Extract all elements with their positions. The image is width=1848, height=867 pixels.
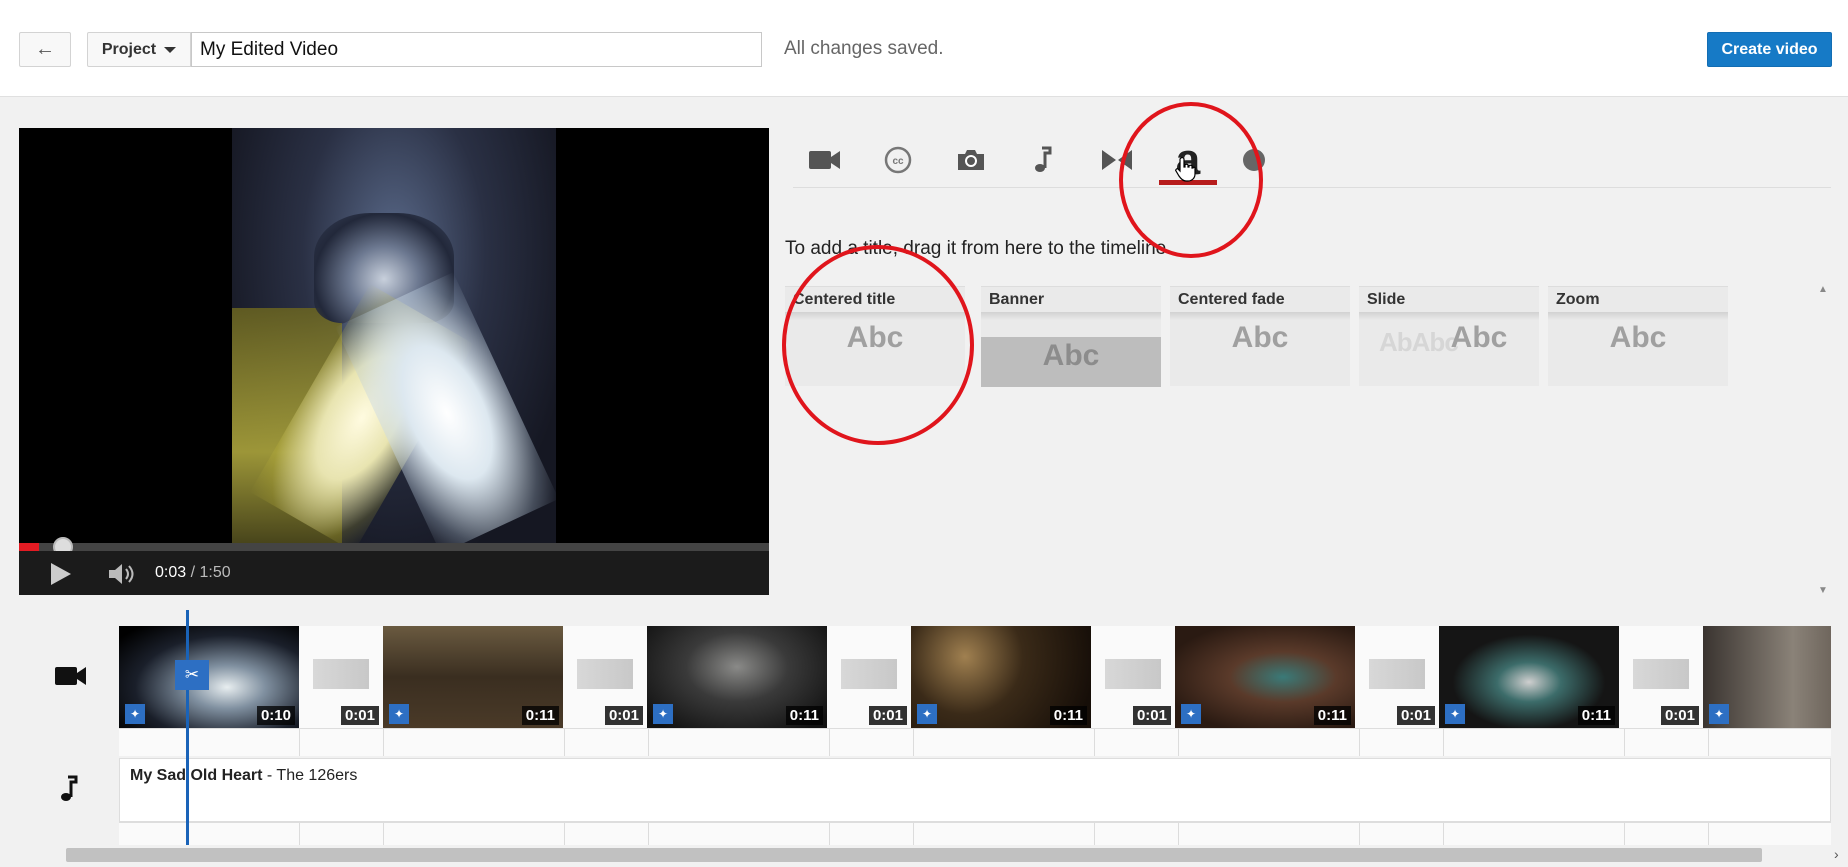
- video-clip[interactable]: ✦ 0:11: [1175, 626, 1355, 728]
- scrollbar-thumb[interactable]: [66, 848, 1762, 862]
- clip-duration: 0:11: [785, 706, 823, 725]
- card-band: [1170, 312, 1350, 320]
- transition-placeholder: [841, 659, 897, 689]
- enhance-icon[interactable]: ✦: [1445, 704, 1465, 724]
- split-scissors-icon[interactable]: ✂: [175, 660, 209, 690]
- video-frame: [232, 128, 556, 543]
- transition-duration: 0:01: [604, 706, 643, 725]
- clip-duration: 0:11: [521, 706, 559, 725]
- transition-slot[interactable]: 0:01: [1619, 626, 1703, 728]
- card-sample: Abc: [1231, 321, 1289, 354]
- enhance-icon[interactable]: ✦: [653, 704, 673, 724]
- video-track-icon: [55, 665, 87, 692]
- clip-duration: 0:10: [256, 706, 295, 725]
- scroll-up-icon[interactable]: ▲: [1818, 284, 1828, 295]
- player-controls: 0:03 / 1:50: [19, 551, 769, 595]
- video-clip[interactable]: ✦ 0:11: [911, 626, 1091, 728]
- transition-duration: 0:01: [1132, 706, 1171, 725]
- scroll-right-icon[interactable]: ›: [1834, 846, 1839, 862]
- transition-slot[interactable]: 0:01: [1091, 626, 1175, 728]
- title-card-banner[interactable]: Banner Abc: [981, 286, 1161, 387]
- current-time: 0:03: [155, 564, 187, 581]
- transition-slot[interactable]: 0:01: [563, 626, 647, 728]
- seek-bar[interactable]: [19, 543, 769, 551]
- video-clip[interactable]: ✦ 0:10: [119, 626, 299, 728]
- audio-track-icon: [59, 775, 81, 808]
- transition-placeholder: [313, 659, 369, 689]
- enhance-icon[interactable]: ✦: [1181, 704, 1201, 724]
- save-status: All changes saved.: [784, 38, 944, 59]
- clip-duration: 0:11: [1313, 706, 1351, 725]
- seek-progress: [19, 543, 40, 551]
- back-arrow-icon: ←: [35, 38, 55, 60]
- transition-slot[interactable]: 0:01: [1355, 626, 1439, 728]
- enhance-icon[interactable]: ✦: [1709, 704, 1729, 724]
- transition-duration: 0:01: [1396, 706, 1435, 725]
- title-card-centered-fade[interactable]: Centered fade Abc: [1170, 286, 1350, 386]
- video-clip[interactable]: ✦ 0:11: [647, 626, 827, 728]
- svg-text:cc: cc: [892, 156, 904, 167]
- card-label: Slide: [1367, 291, 1406, 308]
- clip-duration: 0:11: [1049, 706, 1087, 725]
- video-title-input[interactable]: [191, 32, 762, 67]
- card-label: Centered fade: [1178, 291, 1285, 308]
- total-duration: / 1:50: [190, 564, 231, 581]
- transition-placeholder: [1633, 659, 1689, 689]
- video-clip[interactable]: ✦ 0:11: [1439, 626, 1619, 728]
- editor-header: ← Project All changes saved. Create vide…: [0, 0, 1848, 97]
- title-card-slide[interactable]: Slide AbAbc Abc: [1359, 286, 1539, 386]
- song-title: My Sad Old Heart: [130, 767, 263, 784]
- project-label: Project: [101, 40, 157, 58]
- time-display: 0:03 / 1:50: [155, 564, 231, 582]
- card-sample: Abc: [1609, 321, 1667, 354]
- video-clip[interactable]: ✦ 0:11: [383, 626, 563, 728]
- enhance-icon[interactable]: ✦: [917, 704, 937, 724]
- title-card-zoom[interactable]: Zoom Abc: [1548, 286, 1728, 386]
- video-player[interactable]: 0:03 / 1:50: [19, 128, 769, 595]
- card-sample: Abc: [1042, 339, 1100, 372]
- card-band: [1359, 312, 1539, 320]
- transition-slot[interactable]: 0:01: [299, 626, 383, 728]
- audio-track-label: My Sad Old Heart - The 126ers: [130, 767, 357, 785]
- closed-captions-icon[interactable]: cc: [878, 140, 918, 180]
- card-label: Banner: [989, 291, 1045, 308]
- audio-track[interactable]: My Sad Old Heart - The 126ers: [119, 758, 1831, 822]
- video-clip[interactable]: ✦: [1703, 626, 1831, 728]
- transition-duration: 0:01: [868, 706, 907, 725]
- volume-icon[interactable]: [107, 563, 139, 585]
- caret-down-icon: [164, 46, 177, 53]
- music-note-icon[interactable]: [1024, 140, 1064, 180]
- transition-placeholder: [577, 659, 633, 689]
- scroll-down-icon[interactable]: ▼: [1818, 585, 1828, 596]
- video-camera-icon[interactable]: [805, 140, 845, 180]
- play-icon[interactable]: [51, 563, 71, 585]
- video-track[interactable]: ✦ 0:10 0:01 ✦ 0:11 0:01 ✦ 0:11 0:01 ✦ 0:…: [119, 626, 1831, 728]
- timeline-horizontal-scrollbar[interactable]: ›: [0, 845, 1848, 867]
- card-label: Zoom: [1556, 291, 1600, 308]
- playhead[interactable]: [186, 610, 189, 855]
- enhance-icon[interactable]: ✦: [389, 704, 409, 724]
- annotation-circle-centered-title: [782, 245, 974, 445]
- create-video-button[interactable]: Create video: [1707, 32, 1832, 67]
- annotation-circle-titles-tab: [1119, 102, 1263, 258]
- back-button[interactable]: ←: [19, 32, 71, 67]
- editor-tool-tabs: cc a: [793, 128, 1831, 188]
- card-band: [1548, 312, 1728, 320]
- timeline-grid-row: [119, 728, 1831, 756]
- transition-duration: 0:01: [1660, 706, 1699, 725]
- card-sample: Abc: [1450, 321, 1508, 354]
- transition-placeholder: [1105, 659, 1161, 689]
- enhance-icon[interactable]: ✦: [125, 704, 145, 724]
- card-band: [981, 312, 1161, 320]
- transition-slot[interactable]: 0:01: [827, 626, 911, 728]
- photo-camera-icon[interactable]: [951, 140, 991, 180]
- clip-duration: 0:11: [1577, 706, 1615, 725]
- transition-placeholder: [1369, 659, 1425, 689]
- project-dropdown[interactable]: Project: [87, 32, 191, 67]
- timeline: ✦ 0:10 0:01 ✦ 0:11 0:01 ✦ 0:11 0:01 ✦ 0:…: [19, 610, 1831, 855]
- transition-duration: 0:01: [340, 706, 379, 725]
- song-artist: - The 126ers: [262, 767, 358, 784]
- titles-scrollbar[interactable]: ▲ ▼: [1818, 284, 1828, 596]
